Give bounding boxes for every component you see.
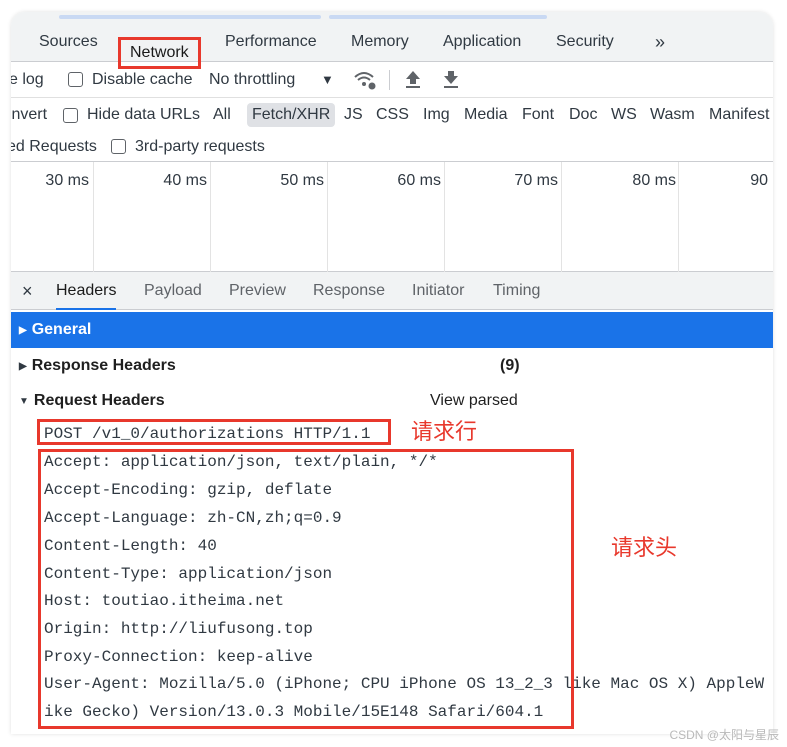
filter-manifest[interactable]: Manifest	[709, 106, 769, 124]
request-headers-section[interactable]: ▼ Request Headers View parsed	[11, 384, 773, 418]
filter-js[interactable]: JS	[344, 106, 363, 124]
browser-tab-sliver	[59, 15, 321, 19]
timeline-gridline	[93, 162, 94, 272]
tab-response[interactable]: Response	[313, 272, 385, 310]
browser-tab-sliver	[329, 15, 547, 19]
disable-cache-label: Disable cache	[92, 70, 193, 88]
close-icon[interactable]: ×	[22, 272, 33, 310]
tab-payload[interactable]: Payload	[144, 272, 202, 310]
expand-arrow-icon: ▶	[19, 324, 27, 336]
toolbar-divider	[389, 70, 390, 90]
request-headers-title: Request Headers	[33, 392, 165, 409]
expand-arrow-icon: ▶	[19, 360, 27, 372]
devtools-window: Sources Network Performance Memory Appli…	[11, 12, 773, 734]
timeline-tick: 80 ms	[632, 172, 676, 189]
preserve-log-label: e log	[11, 70, 44, 88]
tab-timing[interactable]: Timing	[493, 272, 540, 310]
filter-ws[interactable]: WS	[611, 106, 637, 124]
tab-performance[interactable]: Performance	[225, 22, 317, 62]
response-headers-count: (9)	[500, 357, 520, 374]
export-har-icon[interactable]	[442, 69, 460, 94]
response-headers-title: Response Headers	[31, 357, 176, 374]
network-conditions-icon[interactable]	[353, 69, 377, 96]
more-tabs-icon[interactable]: »	[655, 22, 665, 62]
watermark: CSDN @太阳与星辰	[669, 728, 779, 742]
tab-security[interactable]: Security	[556, 22, 614, 62]
tab-preview[interactable]: Preview	[229, 272, 286, 310]
request-line-annotation: 请求行	[411, 420, 478, 445]
filter-doc[interactable]: Doc	[569, 106, 597, 124]
filter-all[interactable]: All	[213, 106, 231, 124]
general-title: General	[31, 321, 92, 338]
timeline-overview[interactable]: 30 ms 40 ms 50 ms 60 ms 70 ms 80 ms 90	[11, 162, 773, 272]
invert-label: Invert	[11, 106, 48, 123]
third-party-label: 3rd-party requests	[135, 137, 265, 155]
tab-headers[interactable]: Headers	[56, 272, 117, 310]
request-headers-highlight	[38, 449, 574, 729]
request-headers-annotation: 请求头	[611, 536, 678, 561]
filter-img[interactable]: Img	[423, 106, 450, 124]
third-party-checkbox[interactable]	[111, 139, 126, 154]
request-detail-tabs: × Headers Payload Preview Response Initi…	[11, 272, 773, 310]
timeline-gridline	[327, 162, 328, 272]
hide-data-urls-label: Hide data URLs	[87, 106, 200, 123]
timeline-gridline	[561, 162, 562, 272]
tab-application[interactable]: Application	[443, 22, 521, 62]
tab-initiator[interactable]: Initiator	[412, 272, 464, 310]
timeline-tick: 90	[750, 172, 768, 189]
timeline-tick: 70 ms	[514, 172, 558, 189]
timeline-tick: 60 ms	[397, 172, 441, 189]
filter-wasm[interactable]: Wasm	[650, 106, 695, 124]
request-options-bar: ed Requests 3rd-party requests	[11, 132, 773, 162]
response-headers-section[interactable]: ▶ Response Headers (9)	[11, 349, 773, 383]
collapse-arrow-icon: ▼	[19, 395, 29, 407]
throttling-select[interactable]: No throttling	[209, 71, 295, 89]
browser-tab-strip	[11, 12, 773, 22]
devtools-tab-bar: Sources Network Performance Memory Appli…	[11, 22, 773, 69]
timeline-gridline	[678, 162, 679, 272]
filter-media[interactable]: Media	[464, 106, 508, 124]
import-har-icon[interactable]	[404, 69, 422, 94]
request-line-highlight	[37, 419, 391, 445]
blocked-requests-label: ed Requests	[11, 137, 97, 155]
filter-css[interactable]: CSS	[376, 106, 409, 124]
timeline-gridline	[210, 162, 211, 272]
timeline-tick: 50 ms	[280, 172, 324, 189]
tab-memory[interactable]: Memory	[351, 22, 409, 62]
timeline-gridline	[444, 162, 445, 272]
tab-sources[interactable]: Sources	[39, 22, 98, 62]
filter-font[interactable]: Font	[522, 106, 554, 124]
general-section-header[interactable]: ▶ General	[11, 312, 773, 348]
timeline-tick: 30 ms	[45, 172, 89, 189]
network-toolbar: e log Disable cache No throttling ▼	[11, 62, 773, 98]
chevron-down-icon[interactable]: ▼	[321, 72, 334, 87]
hide-data-urls-checkbox[interactable]	[63, 108, 78, 123]
filter-fetch-xhr[interactable]: Fetch/XHR	[247, 103, 336, 127]
disable-cache-checkbox[interactable]	[68, 72, 83, 87]
view-parsed-link[interactable]: View parsed	[430, 392, 518, 410]
filter-bar: Invert Hide data URLs All Fetch/XHR JS C…	[11, 98, 773, 132]
timeline-tick: 40 ms	[163, 172, 207, 189]
